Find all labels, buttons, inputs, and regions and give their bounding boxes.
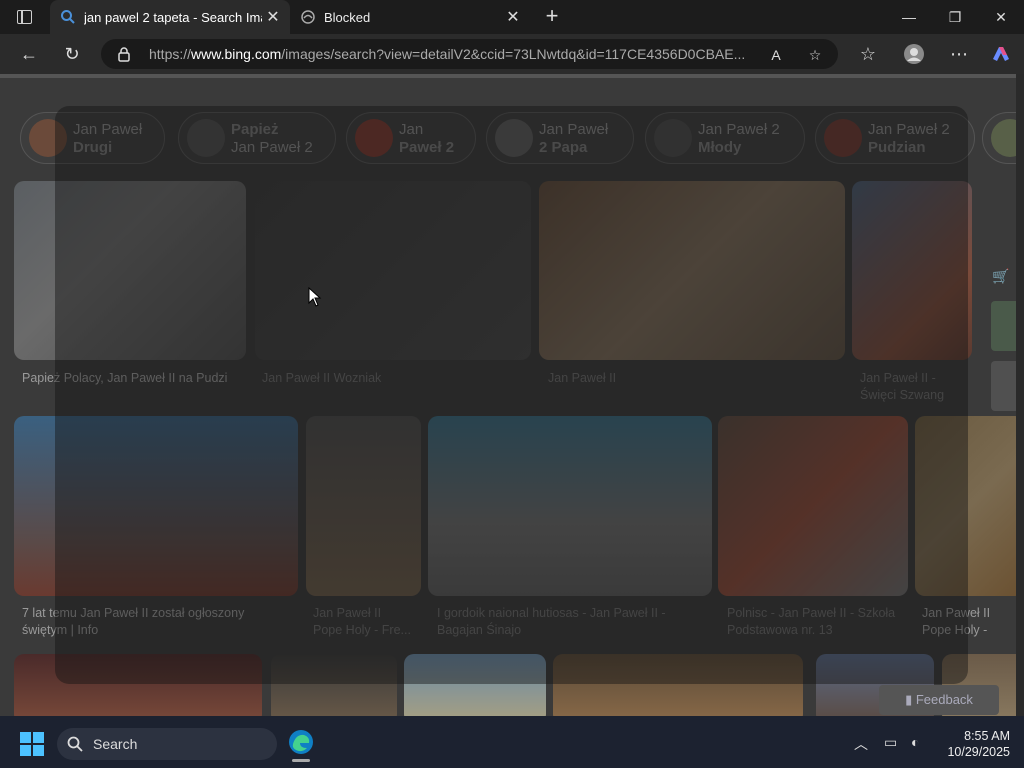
url-prefix: https://: [149, 46, 192, 62]
windows-start-icon[interactable]: [20, 732, 44, 756]
shopping-cart-icon: 🛒: [992, 268, 1010, 284]
minimize-icon[interactable]: —: [886, 0, 932, 34]
clock-time: 8:55 AM: [964, 729, 1010, 743]
active-app-indicator: [292, 759, 310, 762]
tab-label: Blocked: [324, 9, 371, 25]
clock-date: 10/29/2025: [947, 745, 1010, 759]
edge-browser-icon[interactable]: [288, 729, 314, 755]
close-tab-icon[interactable]: ✕: [262, 7, 284, 27]
feedback-button[interactable]: ▮ Feedback: [879, 685, 999, 715]
tab-label: jan pawel 2 tapeta - Search Images: [84, 9, 262, 25]
back-icon[interactable]: ←: [14, 40, 44, 68]
feedback-label: Feedback: [915, 692, 973, 707]
tab-actions-icon[interactable]: [8, 6, 40, 28]
profile-avatar-icon[interactable]: [899, 40, 929, 68]
navigation-bar: ← ↻ https://www.bing.com/images/search?v…: [0, 34, 1024, 74]
results-header-strip: [0, 74, 1024, 78]
tab-blocked[interactable]: Blocked ✕: [290, 0, 530, 34]
address-bar[interactable]: https://www.bing.com/images/search?view=…: [101, 39, 838, 69]
search-icon: [61, 10, 75, 24]
more-options-icon[interactable]: ⋯: [944, 40, 974, 68]
favorites-icon[interactable]: ☆: [853, 40, 883, 68]
close-window-icon[interactable]: ✕: [978, 0, 1024, 34]
close-tab-icon[interactable]: ✕: [502, 7, 524, 27]
mouse-cursor-icon: [308, 287, 322, 307]
taskbar-search-label: Search: [93, 736, 138, 752]
url-path: /images/search?view=detailV2&ccid=73LNwt…: [281, 46, 746, 62]
scrollbar[interactable]: [1016, 74, 1024, 716]
taskbar-search[interactable]: Search: [57, 728, 277, 760]
new-tab-icon[interactable]: +: [540, 4, 564, 28]
display-icon[interactable]: ▭: [884, 734, 897, 751]
title-bar: jan pawel 2 tapeta - Search Images ✕ Blo…: [0, 0, 1024, 34]
show-hidden-icons-icon[interactable]: ︿: [854, 734, 868, 754]
blocked-page-icon: [301, 10, 315, 24]
feedback-icon: ▮: [905, 692, 916, 707]
network-volume-icon[interactable]: ◐: [911, 734, 919, 750]
refresh-icon[interactable]: ↻: [57, 40, 87, 68]
tab-search-images[interactable]: jan pawel 2 tapeta - Search Images ✕: [50, 0, 290, 34]
restore-icon[interactable]: ❐: [932, 0, 978, 34]
search-icon: [67, 736, 83, 752]
url-text[interactable]: https://www.bing.com/images/search?view=…: [149, 46, 749, 62]
read-aloud-icon[interactable]: A: [765, 44, 787, 66]
taskbar-clock[interactable]: 8:55 AM 10/29/2025: [940, 728, 1010, 760]
copilot-icon[interactable]: [986, 40, 1016, 68]
lock-icon[interactable]: [117, 46, 131, 62]
url-domain: www.bing.com: [191, 46, 282, 62]
image-detail-overlay[interactable]: [55, 106, 968, 684]
favorite-star-icon[interactable]: ☆: [804, 44, 826, 66]
